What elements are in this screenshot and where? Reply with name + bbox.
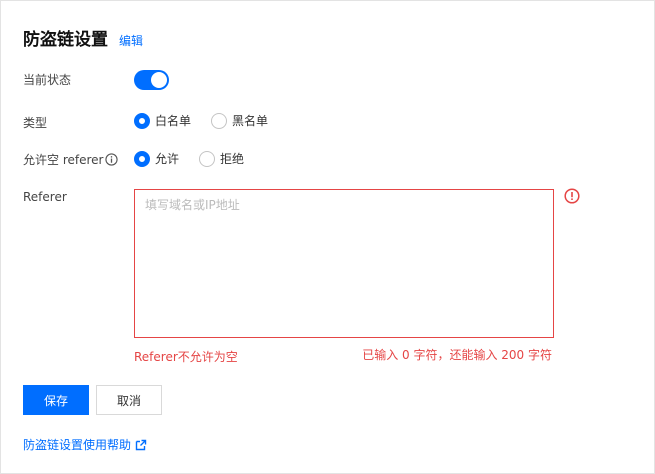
- referer-textarea-wrap: [134, 189, 554, 338]
- help-link[interactable]: 防盗链设置使用帮助: [23, 436, 147, 453]
- page-header: 防盗链设置 编辑: [23, 25, 143, 50]
- status-label: 当前状态: [23, 73, 72, 87]
- radio-allow-label: 允许: [155, 152, 180, 166]
- allow-empty-radio-group: 允许 拒绝: [134, 150, 264, 167]
- referer-label: Referer: [23, 190, 67, 204]
- help-link-label: 防盗链设置使用帮助: [23, 438, 132, 452]
- radio-deny-dot: [199, 150, 216, 167]
- type-radio-group: 白名单 黑名单: [134, 112, 288, 129]
- save-button[interactable]: 保存: [23, 385, 89, 415]
- radio-allow-dot: [134, 150, 150, 167]
- edit-link[interactable]: 编辑: [119, 32, 143, 49]
- radio-blacklist-label: 黑名单: [232, 114, 269, 128]
- hotlink-protection-card: 防盗链设置 编辑 当前状态 类型 白名单 黑名单 允许空 referer 允许: [0, 0, 655, 474]
- type-label: 类型: [23, 116, 48, 130]
- page-title: 防盗链设置: [23, 30, 108, 50]
- radio-blacklist-dot: [211, 112, 228, 129]
- toggle-knob: [151, 72, 167, 88]
- radio-deny[interactable]: 拒绝: [199, 150, 244, 167]
- radio-whitelist-dot: [134, 112, 150, 129]
- radio-blacklist[interactable]: 黑名单: [211, 112, 268, 129]
- error-icon: [564, 188, 580, 204]
- cancel-button[interactable]: 取消: [96, 385, 162, 415]
- external-link-icon: [135, 439, 147, 450]
- referer-textarea[interactable]: [145, 196, 543, 331]
- allow-empty-label: 允许空 referer: [23, 153, 104, 167]
- radio-deny-label: 拒绝: [220, 152, 245, 166]
- referer-char-count: 已输入 0 字符，还能输入 200 字符: [362, 348, 552, 362]
- radio-allow[interactable]: 允许: [134, 150, 179, 167]
- info-icon[interactable]: [105, 153, 119, 166]
- radio-whitelist[interactable]: 白名单: [134, 112, 191, 129]
- referer-error-message: Referer不允许为空: [134, 350, 238, 364]
- status-toggle[interactable]: [134, 70, 169, 90]
- radio-whitelist-label: 白名单: [155, 114, 192, 128]
- allow-empty-label-wrap: 允许空 referer: [23, 151, 119, 168]
